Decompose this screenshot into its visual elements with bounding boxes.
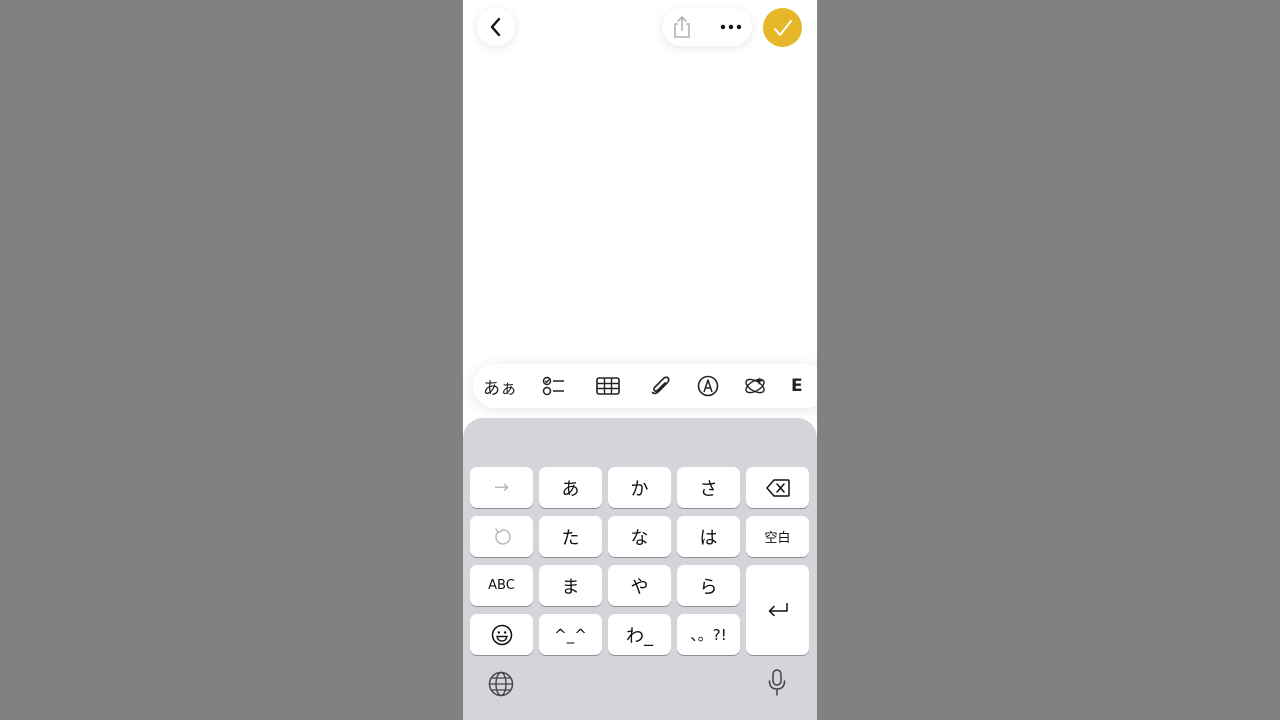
checkmark-icon	[773, 19, 792, 36]
more-button[interactable]	[711, 8, 751, 46]
table-button[interactable]	[593, 372, 623, 400]
formatting-toolbar: あぁ E	[463, 364, 817, 408]
attachment-button[interactable]	[645, 372, 675, 400]
key-sa[interactable]: さ	[677, 467, 740, 508]
microphone-button[interactable]	[765, 668, 789, 698]
share-icon	[674, 16, 690, 38]
return-icon	[768, 603, 788, 617]
key-ta[interactable]: た	[539, 516, 602, 557]
japanese-keyboard: → あ か さ た な は 空白 ABC ま や ら ^_^ わ_ 、。?!	[463, 418, 817, 720]
action-pill	[662, 8, 752, 46]
key-kaomoji[interactable]: ^_^	[539, 614, 602, 655]
key-a[interactable]: あ	[539, 467, 602, 508]
emoji-icon	[491, 624, 512, 645]
key-ka[interactable]: か	[608, 467, 671, 508]
chevron-left-icon	[490, 17, 501, 37]
key-ra[interactable]: ら	[677, 565, 740, 606]
writing-tools-button[interactable]	[740, 372, 770, 400]
key-space[interactable]: 空白	[746, 516, 809, 557]
key-undo[interactable]	[470, 516, 533, 557]
key-emoji[interactable]	[470, 614, 533, 655]
microphone-icon	[768, 669, 786, 696]
markup-pen-icon	[697, 375, 719, 397]
checklist-button[interactable]	[539, 372, 569, 400]
globe-button[interactable]	[487, 670, 515, 698]
toolbar-partial-item[interactable]: E	[791, 372, 807, 400]
markup-button[interactable]	[693, 372, 723, 400]
globe-icon	[488, 671, 514, 697]
key-arrow-right[interactable]: →	[470, 467, 533, 508]
share-button[interactable]	[662, 8, 702, 46]
writing-tools-icon	[745, 377, 765, 394]
text-format-button[interactable]: あぁ	[483, 372, 517, 400]
key-wa[interactable]: わ_	[608, 614, 671, 655]
ellipsis-icon	[720, 24, 742, 30]
paperclip-icon	[651, 376, 670, 395]
key-punctuation[interactable]: 、。?!	[677, 614, 740, 655]
backspace-icon	[765, 478, 790, 497]
key-na[interactable]: な	[608, 516, 671, 557]
note-body[interactable]	[463, 60, 817, 360]
undo-icon	[494, 527, 511, 545]
table-icon	[596, 377, 620, 395]
key-ha[interactable]: は	[677, 516, 740, 557]
notes-screen: あぁ E → あ か さ た な は 空白 ABC ま や ら ^_^ わ_ 、…	[463, 0, 817, 720]
key-delete[interactable]	[746, 467, 809, 508]
key-ya[interactable]: や	[608, 565, 671, 606]
key-return[interactable]	[746, 565, 809, 655]
done-button[interactable]	[763, 8, 802, 47]
back-button[interactable]	[477, 8, 515, 46]
checklist-icon	[542, 376, 564, 396]
key-ma[interactable]: ま	[539, 565, 602, 606]
key-abc[interactable]: ABC	[470, 565, 533, 606]
